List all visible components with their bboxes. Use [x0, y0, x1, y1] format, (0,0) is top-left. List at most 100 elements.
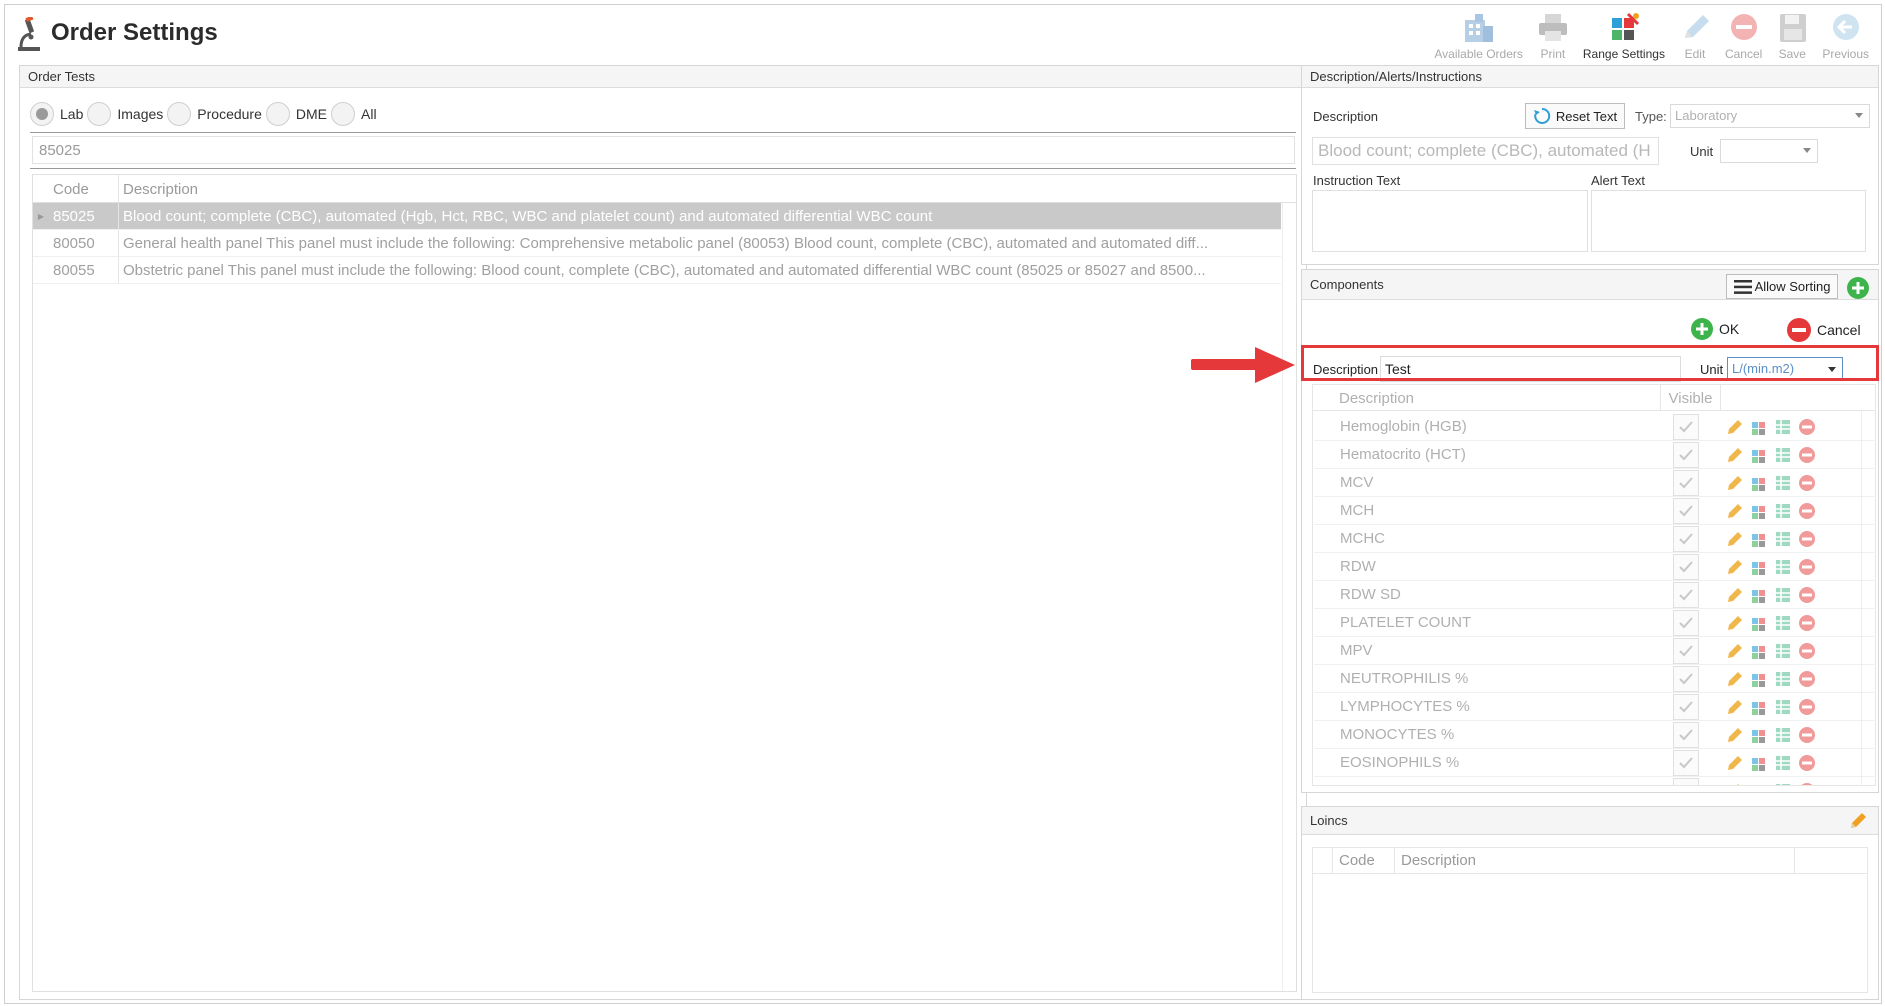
- visible-checkbox[interactable]: [1673, 637, 1699, 664]
- edit-component-icon[interactable]: [1724, 472, 1746, 494]
- column-header-visible[interactable]: Visible: [1661, 385, 1721, 410]
- table-row[interactable]: 80055 Obstetric panel This panel must in…: [33, 257, 1281, 284]
- previous-button[interactable]: Previous: [1816, 9, 1875, 61]
- table-row[interactable]: ▶ 85025 Blood count; complete (CBC), aut…: [33, 203, 1281, 230]
- cancel-edit-button[interactable]: Cancel: [1786, 317, 1861, 343]
- radio-procedure-indicator[interactable]: [167, 102, 192, 126]
- component-row[interactable]: LYMPHOCYTES %: [1314, 693, 1874, 721]
- range-settings-icon[interactable]: [1748, 612, 1770, 634]
- range-settings-icon[interactable]: [1748, 528, 1770, 550]
- component-row[interactable]: PLATELET COUNT: [1314, 609, 1874, 637]
- column-header-code[interactable]: Code: [1333, 848, 1395, 873]
- table-icon[interactable]: [1772, 640, 1794, 662]
- save-button[interactable]: Save: [1768, 9, 1816, 61]
- visible-checkbox[interactable]: [1673, 609, 1699, 636]
- delete-component-icon[interactable]: [1796, 584, 1818, 606]
- range-settings-icon[interactable]: [1748, 584, 1770, 606]
- edit-component-icon[interactable]: [1724, 640, 1746, 662]
- delete-component-icon[interactable]: [1796, 444, 1818, 466]
- table-icon[interactable]: [1772, 500, 1794, 522]
- edit-component-icon[interactable]: [1724, 612, 1746, 634]
- visible-checkbox[interactable]: [1673, 721, 1699, 748]
- component-row[interactable]: RDW SD: [1314, 581, 1874, 609]
- delete-component-icon[interactable]: [1796, 724, 1818, 746]
- range-settings-icon[interactable]: [1748, 780, 1770, 786]
- component-row[interactable]: MCV: [1314, 469, 1874, 497]
- visible-checkbox[interactable]: [1673, 749, 1699, 776]
- edit-component-icon[interactable]: [1724, 500, 1746, 522]
- delete-component-icon[interactable]: [1796, 752, 1818, 774]
- components-scrollbar[interactable]: [1861, 411, 1875, 785]
- delete-component-icon[interactable]: [1796, 612, 1818, 634]
- visible-checkbox[interactable]: [1673, 693, 1699, 720]
- component-row[interactable]: Hematocrito (HCT): [1314, 441, 1874, 469]
- visible-checkbox[interactable]: [1673, 777, 1699, 785]
- delete-component-icon[interactable]: [1796, 556, 1818, 578]
- range-settings-icon[interactable]: [1748, 752, 1770, 774]
- delete-component-icon[interactable]: [1796, 696, 1818, 718]
- table-icon[interactable]: [1772, 556, 1794, 578]
- pencil-icon[interactable]: [1848, 811, 1868, 831]
- range-settings-icon[interactable]: [1748, 724, 1770, 746]
- ok-button[interactable]: OK: [1690, 317, 1739, 341]
- grid-scrollbar[interactable]: [1282, 203, 1296, 991]
- column-header-description[interactable]: Description: [119, 175, 202, 202]
- range-settings-icon[interactable]: [1748, 416, 1770, 438]
- delete-component-icon[interactable]: [1796, 528, 1818, 550]
- delete-component-icon[interactable]: [1796, 472, 1818, 494]
- component-row[interactable]: MCH: [1314, 497, 1874, 525]
- table-icon[interactable]: [1772, 752, 1794, 774]
- visible-checkbox[interactable]: [1673, 665, 1699, 692]
- filter-procedure[interactable]: Procedure: [167, 102, 262, 126]
- table-icon[interactable]: [1772, 584, 1794, 606]
- edit-component-icon[interactable]: [1724, 444, 1746, 466]
- component-row[interactable]: MCHC: [1314, 525, 1874, 553]
- visible-checkbox[interactable]: [1673, 413, 1699, 440]
- delete-component-icon[interactable]: [1796, 416, 1818, 438]
- filter-all[interactable]: All: [331, 102, 377, 126]
- range-settings-icon[interactable]: [1748, 668, 1770, 690]
- allow-sorting-button[interactable]: Allow Sorting: [1726, 274, 1838, 299]
- edit-component-icon[interactable]: [1724, 556, 1746, 578]
- filter-images[interactable]: Images: [87, 102, 163, 126]
- component-row[interactable]: EOSINOPHILS %: [1314, 749, 1874, 777]
- order-search-input[interactable]: [32, 136, 1295, 164]
- filter-dme[interactable]: DME: [265, 102, 327, 126]
- visible-checkbox[interactable]: [1673, 525, 1699, 552]
- radio-images-indicator[interactable]: [87, 102, 112, 126]
- visible-checkbox[interactable]: [1673, 441, 1699, 468]
- component-row[interactable]: RDW: [1314, 553, 1874, 581]
- table-icon[interactable]: [1772, 444, 1794, 466]
- edit-component-icon[interactable]: [1724, 752, 1746, 774]
- range-settings-icon[interactable]: [1748, 696, 1770, 718]
- radio-lab-indicator[interactable]: [30, 102, 54, 126]
- table-icon[interactable]: [1772, 416, 1794, 438]
- range-settings-button[interactable]: Range Settings: [1577, 9, 1671, 61]
- component-row[interactable]: BASO %: [1314, 777, 1874, 786]
- print-button[interactable]: Print: [1529, 9, 1577, 61]
- column-header-description[interactable]: Description: [1313, 385, 1661, 410]
- delete-component-icon[interactable]: [1796, 640, 1818, 662]
- radio-dme-indicator[interactable]: [265, 102, 290, 126]
- available-orders-button[interactable]: Available Orders: [1428, 9, 1529, 61]
- table-icon[interactable]: [1772, 696, 1794, 718]
- delete-component-icon[interactable]: [1796, 500, 1818, 522]
- reset-text-button[interactable]: Reset Text: [1525, 103, 1625, 129]
- edit-component-icon[interactable]: [1724, 528, 1746, 550]
- edit-component-icon[interactable]: [1724, 584, 1746, 606]
- table-icon[interactable]: [1772, 472, 1794, 494]
- component-row[interactable]: Hemoglobin (HGB): [1314, 413, 1874, 441]
- range-settings-icon[interactable]: [1748, 444, 1770, 466]
- visible-checkbox[interactable]: [1673, 497, 1699, 524]
- type-select[interactable]: Laboratory: [1670, 104, 1870, 128]
- add-component-icon[interactable]: [1846, 276, 1870, 300]
- range-settings-icon[interactable]: [1748, 472, 1770, 494]
- cancel-toolbar-button[interactable]: Cancel: [1719, 9, 1768, 61]
- unit-select[interactable]: [1720, 139, 1818, 163]
- edit-component-icon[interactable]: [1724, 780, 1746, 785]
- range-settings-icon[interactable]: [1748, 556, 1770, 578]
- table-icon[interactable]: [1772, 612, 1794, 634]
- edit-button[interactable]: Edit: [1671, 9, 1719, 61]
- table-icon[interactable]: [1772, 724, 1794, 746]
- description-value-field[interactable]: Blood count; complete (CBC), automated (…: [1312, 137, 1659, 165]
